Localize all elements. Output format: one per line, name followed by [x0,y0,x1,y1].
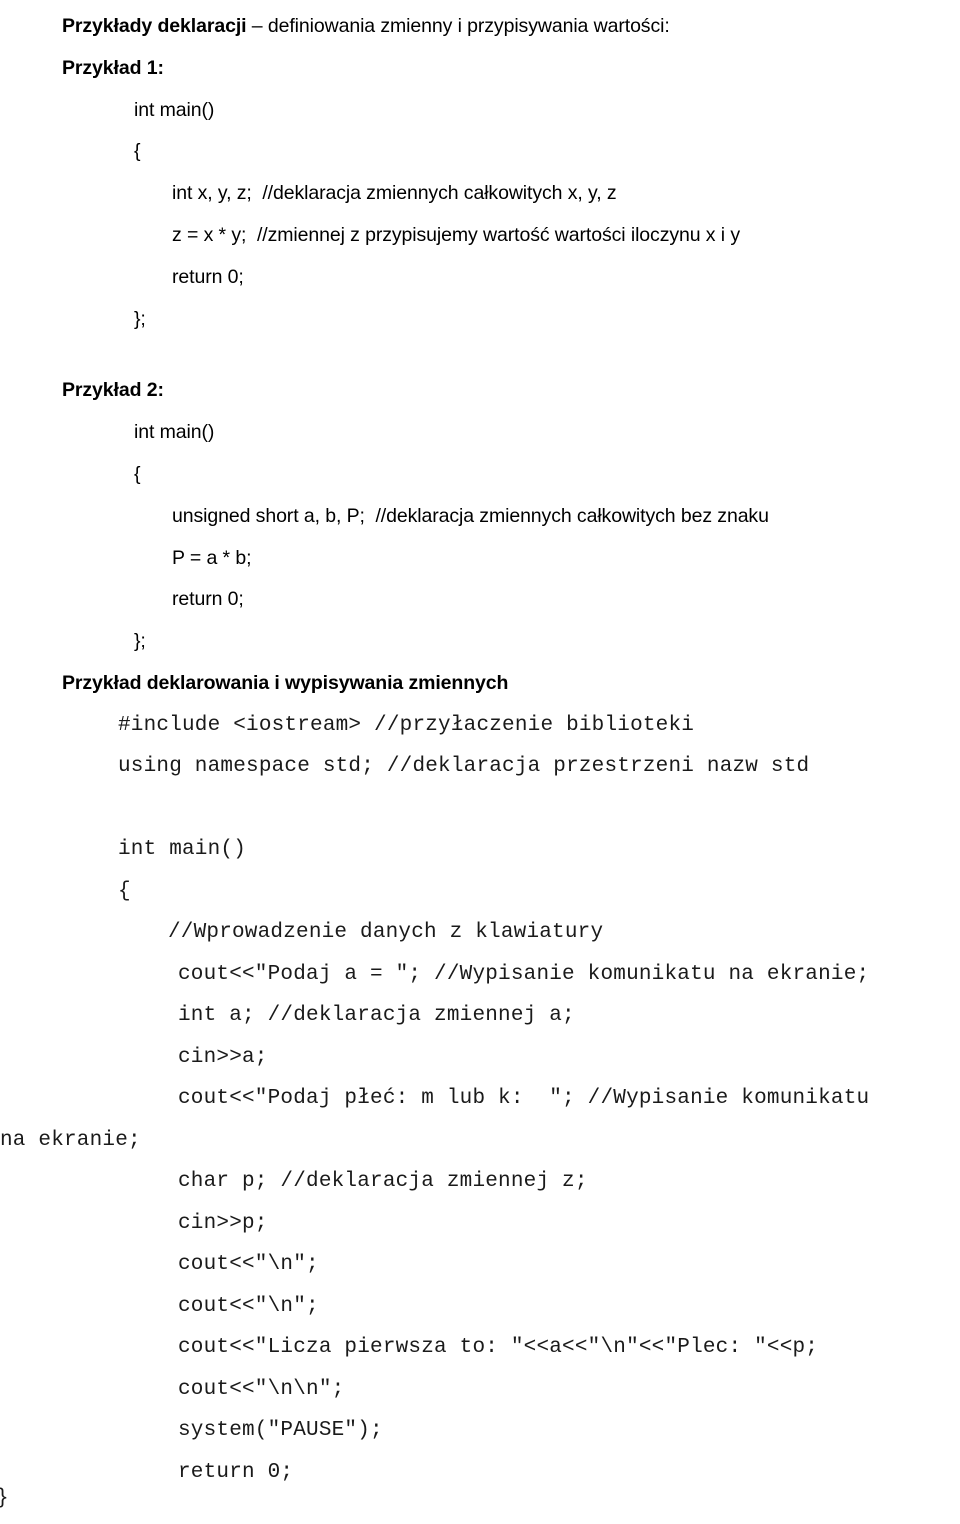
example-3-heading: Przykład deklarowania i wypisywania zmie… [62,671,509,694]
example-1-code-line: z = x * y; //zmiennej z przypisujemy war… [172,223,740,246]
example-2-code-line: return 0; [172,588,244,611]
code-line: int a; //deklaracja zmiennej a; [178,1004,575,1028]
example-1-code-line: }; [134,307,146,330]
example-1-code-line: int x, y, z; //deklaracja zmiennych całk… [172,182,617,205]
example-1-code-line: int main() [134,98,215,121]
code-line: { [118,879,131,903]
code-line: #include <iostream> //przyłaczenie bibli… [118,713,695,737]
code-line: cout<<"Podaj a = "; //Wypisanie komunika… [178,962,870,986]
code-line: //Wprowadzenie danych z klawiatury [168,921,604,945]
code-line: using namespace std; //deklaracja przest… [118,755,810,779]
code-line: char p; //deklaracja zmiennej z; [178,1170,588,1194]
code-line: cout<<"\n\n"; [178,1377,345,1401]
example-1-code-line: return 0; [172,265,244,288]
example-2-heading: Przykład 2: [62,379,164,402]
example-2-code-line: P = a * b; [172,546,252,569]
code-line: cout<<"Podaj płeć: m lub k: "; //Wypisan… [178,1087,870,1111]
page-title: Przykłady deklaracji – definiowania zmie… [62,6,960,48]
closing-brace: } [0,1486,9,1512]
document-body: Przykłady deklaracji – definiowania zmie… [0,0,960,705]
example-3-code-listing: #include <iostream> //przyłaczenie bibli… [0,705,960,1494]
example-2-code-line: { [134,462,141,485]
document-page: Przykłady deklaracji – definiowania zmie… [0,0,960,1524]
code-line: cin>>a; [178,1045,268,1069]
code-line: system("PAUSE"); [178,1419,383,1443]
example-2-code-line: int main() [134,421,215,444]
page-title-bold: Przykłady deklaracji [62,15,247,37]
code-line: cout<<"\n"; [178,1253,319,1277]
example-1-code-line: { [134,140,141,163]
code-line-wrap: na ekranie; [0,1128,141,1152]
code-line: int main() [118,838,247,862]
code-line: cout<<"Licza pierwsza to: "<<a<<"\n"<<"P… [178,1336,819,1360]
example-1-heading: Przykład 1: [62,56,164,79]
code-line: cin>>p; [178,1211,268,1235]
example-2-code-line: unsigned short a, b, P; //deklaracja zmi… [172,504,769,527]
code-line: return 0; [178,1460,294,1484]
code-line: cout<<"\n"; [178,1294,319,1318]
example-2-code-line: }; [134,630,146,653]
page-title-rest: – definiowania zmienny i przypisywania w… [246,15,670,37]
